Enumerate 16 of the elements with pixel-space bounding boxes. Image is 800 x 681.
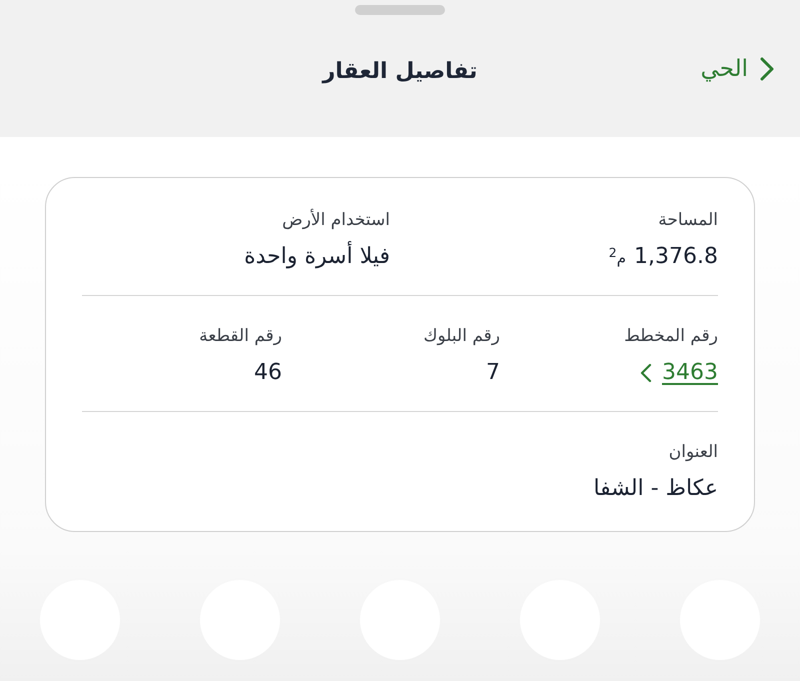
- field-value: 7: [486, 360, 500, 385]
- chevron-left-icon: [640, 362, 652, 382]
- field-value: عكاظ - الشفا: [593, 476, 718, 501]
- chevron-right-icon: [760, 57, 774, 81]
- field-label: رقم القطعة: [199, 326, 282, 346]
- field-label: العنوان: [668, 442, 718, 462]
- drag-handle[interactable]: [355, 5, 445, 15]
- back-link[interactable]: الحي: [700, 56, 774, 82]
- field-label: المساحة: [658, 210, 718, 230]
- field-value: 1,376.8: [634, 244, 718, 269]
- sheet-title: تفاصيل العقار: [322, 58, 478, 84]
- field-label: رقم البلوك: [423, 326, 500, 346]
- field-label: رقم المخطط: [624, 326, 718, 346]
- plan-number-link[interactable]: 3463: [640, 360, 718, 385]
- field-value: 46: [254, 360, 282, 385]
- field-label: استخدام الأرض: [282, 210, 390, 230]
